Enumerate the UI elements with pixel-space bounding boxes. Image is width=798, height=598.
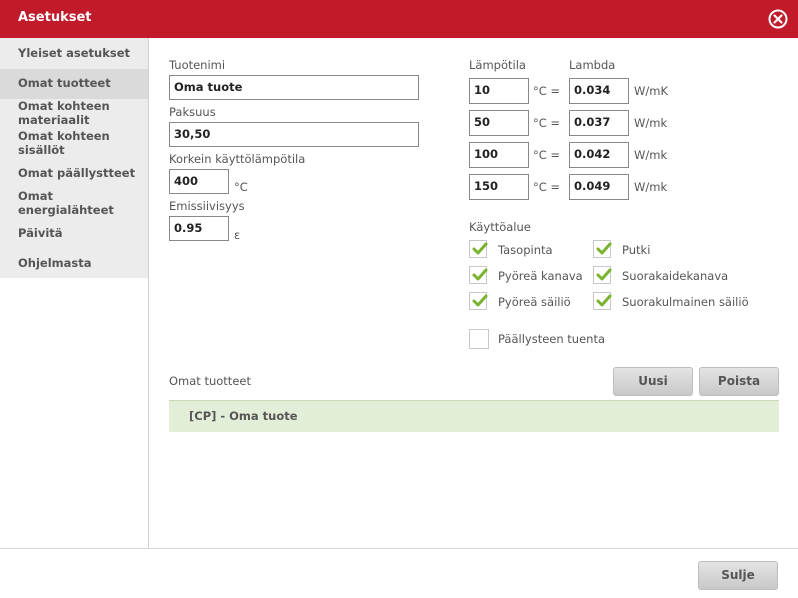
temp-input-2[interactable]: 50 bbox=[469, 110, 529, 136]
lambda-unit-1: W/mK bbox=[634, 84, 668, 98]
sidebar-item-own-target-contents[interactable]: Omat kohteen sisällöt bbox=[0, 129, 120, 159]
rectangular-tank-label: Suorakulmainen säiliö bbox=[622, 295, 749, 309]
lambda-unit-4: W/mk bbox=[634, 180, 668, 194]
round-duct-label: Pyöreä kanava bbox=[498, 269, 583, 283]
checkbox-rectangular-tank[interactable] bbox=[593, 292, 612, 310]
sidebar-item-general-settings[interactable]: Yleiset asetukset bbox=[0, 46, 148, 62]
temp-unit-2: °C = bbox=[533, 116, 561, 130]
max-temp-input[interactable]: 400 bbox=[169, 169, 229, 194]
checkbox-pipe[interactable] bbox=[593, 240, 612, 258]
window-title: Asetukset bbox=[18, 10, 92, 25]
rectangular-duct-label: Suorakaidekanava bbox=[622, 269, 729, 283]
list-item[interactable]: [CP] - Oma tuote bbox=[189, 409, 298, 423]
lambda-unit-3: W/mk bbox=[634, 148, 668, 162]
thickness-input[interactable]: 30,50 bbox=[169, 122, 419, 147]
check-icon bbox=[596, 268, 612, 281]
lambda-input-3[interactable]: 0.042 bbox=[569, 142, 629, 168]
delete-button[interactable]: Poista bbox=[699, 367, 779, 396]
emissivity-label: Emissiivisyys bbox=[169, 199, 245, 213]
own-products-list: [CP] - Oma tuote bbox=[169, 400, 779, 432]
temp-unit-1: °C = bbox=[533, 84, 561, 98]
checkbox-rectangular-duct[interactable] bbox=[593, 266, 612, 284]
temp-unit-4: °C = bbox=[533, 180, 561, 194]
temperature-header: Lämpötila bbox=[469, 58, 526, 72]
product-name-input[interactable]: Oma tuote bbox=[169, 75, 419, 100]
emissivity-input[interactable]: 0.95 bbox=[169, 216, 229, 241]
lambda-input-4[interactable]: 0.049 bbox=[569, 174, 629, 200]
pipe-label: Putki bbox=[622, 243, 651, 257]
max-temp-label: Korkein käyttölämpötila bbox=[169, 152, 306, 166]
own-products-title: Omat tuotteet bbox=[169, 374, 251, 388]
sidebar-item-label: Yleiset asetukset bbox=[18, 46, 131, 60]
sidebar-item-label: Omat tuotteet bbox=[18, 76, 111, 90]
check-icon bbox=[596, 242, 612, 255]
round-tank-label: Pyöreä säiliö bbox=[498, 295, 571, 309]
lambda-input-2[interactable]: 0.037 bbox=[569, 110, 629, 136]
lambda-unit-2: W/mk bbox=[634, 116, 668, 130]
sidebar-item-own-coatings[interactable]: Omat päällystteet bbox=[0, 166, 148, 182]
check-icon bbox=[472, 268, 488, 281]
sidebar-item-label: Omat kohteen sisällöt bbox=[18, 129, 110, 157]
sidebar-item-label: Omat päällystteet bbox=[18, 166, 136, 180]
sidebar-item-label: Ohjelmasta bbox=[18, 256, 92, 270]
close-button[interactable]: Sulje bbox=[698, 561, 778, 590]
sidebar-item-about[interactable]: Ohjelmasta bbox=[0, 256, 148, 272]
check-icon bbox=[596, 294, 612, 307]
sidebar-item-label: Omat energialähteet bbox=[18, 189, 114, 217]
lambda-header: Lambda bbox=[569, 58, 616, 72]
sidebar-item-own-target-materials[interactable]: Omat kohteen materiaalit bbox=[0, 99, 120, 129]
product-name-label: Tuotenimi bbox=[169, 58, 226, 72]
sidebar-item-update[interactable]: Päivitä bbox=[0, 226, 148, 242]
usage-title: Käyttöalue bbox=[469, 220, 531, 234]
checkbox-round-tank[interactable] bbox=[469, 292, 488, 310]
sidebar-item-label: Omat kohteen materiaalit bbox=[18, 99, 110, 127]
emissivity-unit: ε bbox=[234, 228, 241, 242]
temp-input-4[interactable]: 150 bbox=[469, 174, 529, 200]
check-icon bbox=[472, 294, 488, 307]
temp-input-1[interactable]: 10 bbox=[469, 78, 529, 104]
lambda-input-1[interactable]: 0.034 bbox=[569, 78, 629, 104]
sidebar-item-label: Päivitä bbox=[18, 226, 63, 240]
sidebar-item-own-products[interactable]: Omat tuotteet bbox=[0, 69, 148, 99]
temp-input-3[interactable]: 100 bbox=[469, 142, 529, 168]
sidebar-divider bbox=[148, 38, 149, 548]
thickness-label: Paksuus bbox=[169, 105, 216, 119]
title-bar: Asetukset bbox=[0, 0, 798, 38]
check-icon bbox=[472, 242, 488, 255]
sidebar-item-own-energy-sources[interactable]: Omat energialähteet bbox=[0, 189, 120, 219]
coating-support-label: Päällysteen tuenta bbox=[498, 332, 606, 346]
close-icon[interactable] bbox=[768, 9, 788, 29]
checkbox-round-duct[interactable] bbox=[469, 266, 488, 284]
checkbox-coating-support[interactable] bbox=[469, 329, 489, 349]
new-button[interactable]: Uusi bbox=[613, 367, 693, 396]
max-temp-unit: °C bbox=[234, 180, 248, 194]
temp-unit-3: °C = bbox=[533, 148, 561, 162]
footer-divider bbox=[0, 548, 798, 549]
checkbox-flat-surface[interactable] bbox=[469, 240, 488, 258]
flat-surface-label: Tasopinta bbox=[498, 243, 553, 257]
